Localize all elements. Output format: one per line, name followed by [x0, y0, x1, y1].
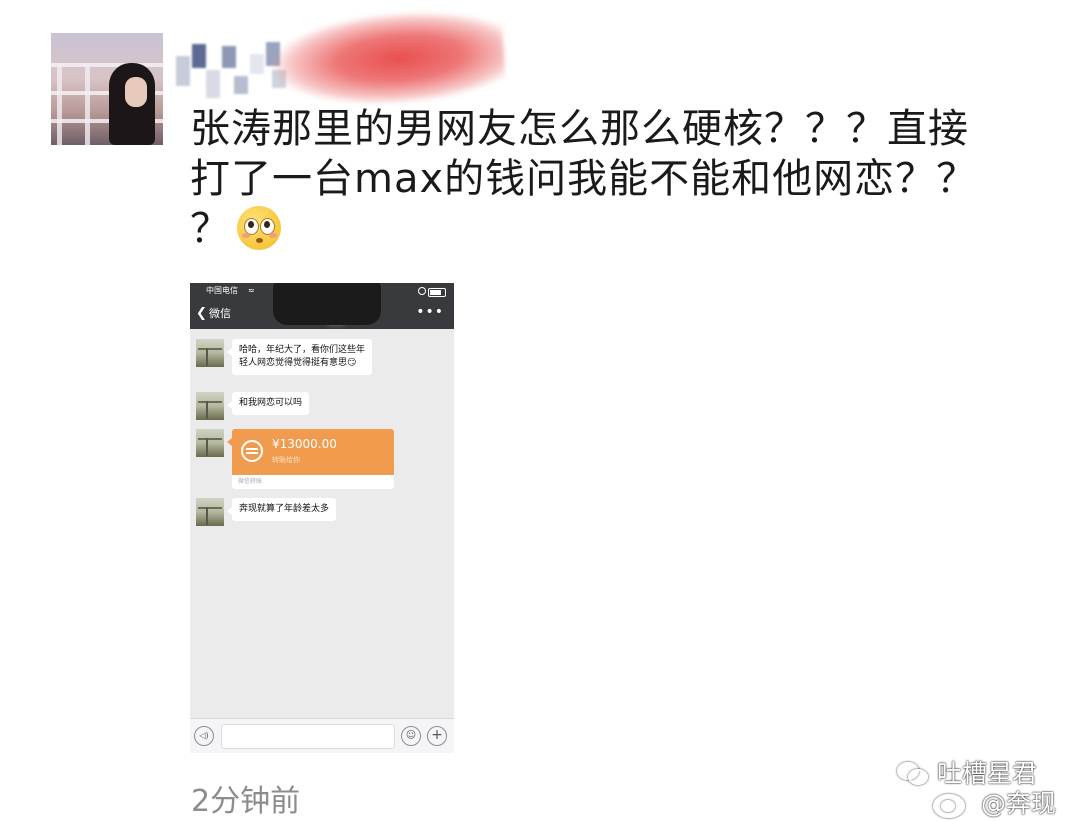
avatar[interactable]	[51, 33, 163, 145]
wechat-logo-icon	[897, 760, 928, 785]
message-bubble[interactable]: 奔现就算了年龄差太多	[226, 498, 337, 521]
battery-icon	[428, 288, 446, 297]
redaction-scribble	[269, 6, 507, 112]
chat-input-bar: ◁) ☺ +	[190, 718, 454, 753]
message-bubble[interactable]: 和我网恋可以吗	[226, 392, 310, 415]
voice-icon[interactable]: ◁)	[194, 726, 214, 746]
post-text: 张涛那里的男网友怎么那么硬核？？？直接 打了一台max的钱问我能不能和他网恋？？…	[190, 104, 1050, 254]
transfer-note: 转账给你	[272, 456, 300, 464]
sender-avatar[interactable]	[196, 429, 224, 457]
sender-avatar[interactable]	[196, 392, 224, 420]
carrier-label: 中国电信	[206, 286, 238, 295]
back-button[interactable]: 微信	[209, 307, 231, 321]
flushed-face-icon	[237, 206, 281, 250]
post-line-2: 打了一台max的钱问我能不能和他网恋？？	[190, 156, 978, 202]
watermark-handle: @奔现	[981, 789, 1057, 818]
redaction-blur	[273, 283, 381, 325]
smile-icon[interactable]: ☺	[401, 726, 421, 746]
wifi-icon: ≈	[248, 286, 255, 295]
transfer-icon	[241, 440, 263, 462]
transfer-footer: 微信转账	[232, 475, 394, 489]
post-line-1: 张涛那里的男网友怎么那么硬核？？？直接	[190, 106, 969, 152]
ellipsis-icon[interactable]: •••	[416, 304, 444, 320]
watermark: 吐槽星君 @奔现	[897, 754, 1077, 818]
transfer-amount: ¥13000.00	[272, 437, 337, 451]
transfer-card[interactable]: ¥13000.00 转账给你 微信转账	[227, 429, 394, 489]
message-line: 奔现就算了年龄差太多	[239, 504, 330, 514]
post-timestamp: 2分钟前	[191, 784, 301, 819]
message-line: 哈哈，年纪大了，看你们这些年	[239, 345, 366, 355]
chevron-left-icon[interactable]: ❮	[196, 307, 207, 321]
rotation-lock-icon	[418, 287, 426, 295]
message-line: 轻人网恋觉得觉得挺有意思😏	[239, 358, 357, 368]
sender-avatar[interactable]	[196, 339, 224, 367]
post-line-3: ？	[190, 204, 1050, 254]
plus-icon[interactable]: +	[427, 726, 447, 746]
post-line-3-text: ？	[190, 206, 231, 252]
message-line: 和我网恋可以吗	[239, 398, 303, 408]
weibo-logo-icon	[933, 788, 973, 818]
message-bubble[interactable]: 哈哈，年纪大了，看你们这些年 轻人网恋觉得觉得挺有意思😏	[226, 339, 373, 375]
message-input[interactable]	[221, 724, 395, 749]
chat-screenshot[interactable]: 中国电信 ≈ ❮ 微信 ••• 哈哈，年纪大了，看你们这些年 轻人网恋觉得觉得挺…	[190, 283, 454, 753]
sender-avatar[interactable]	[196, 498, 224, 526]
